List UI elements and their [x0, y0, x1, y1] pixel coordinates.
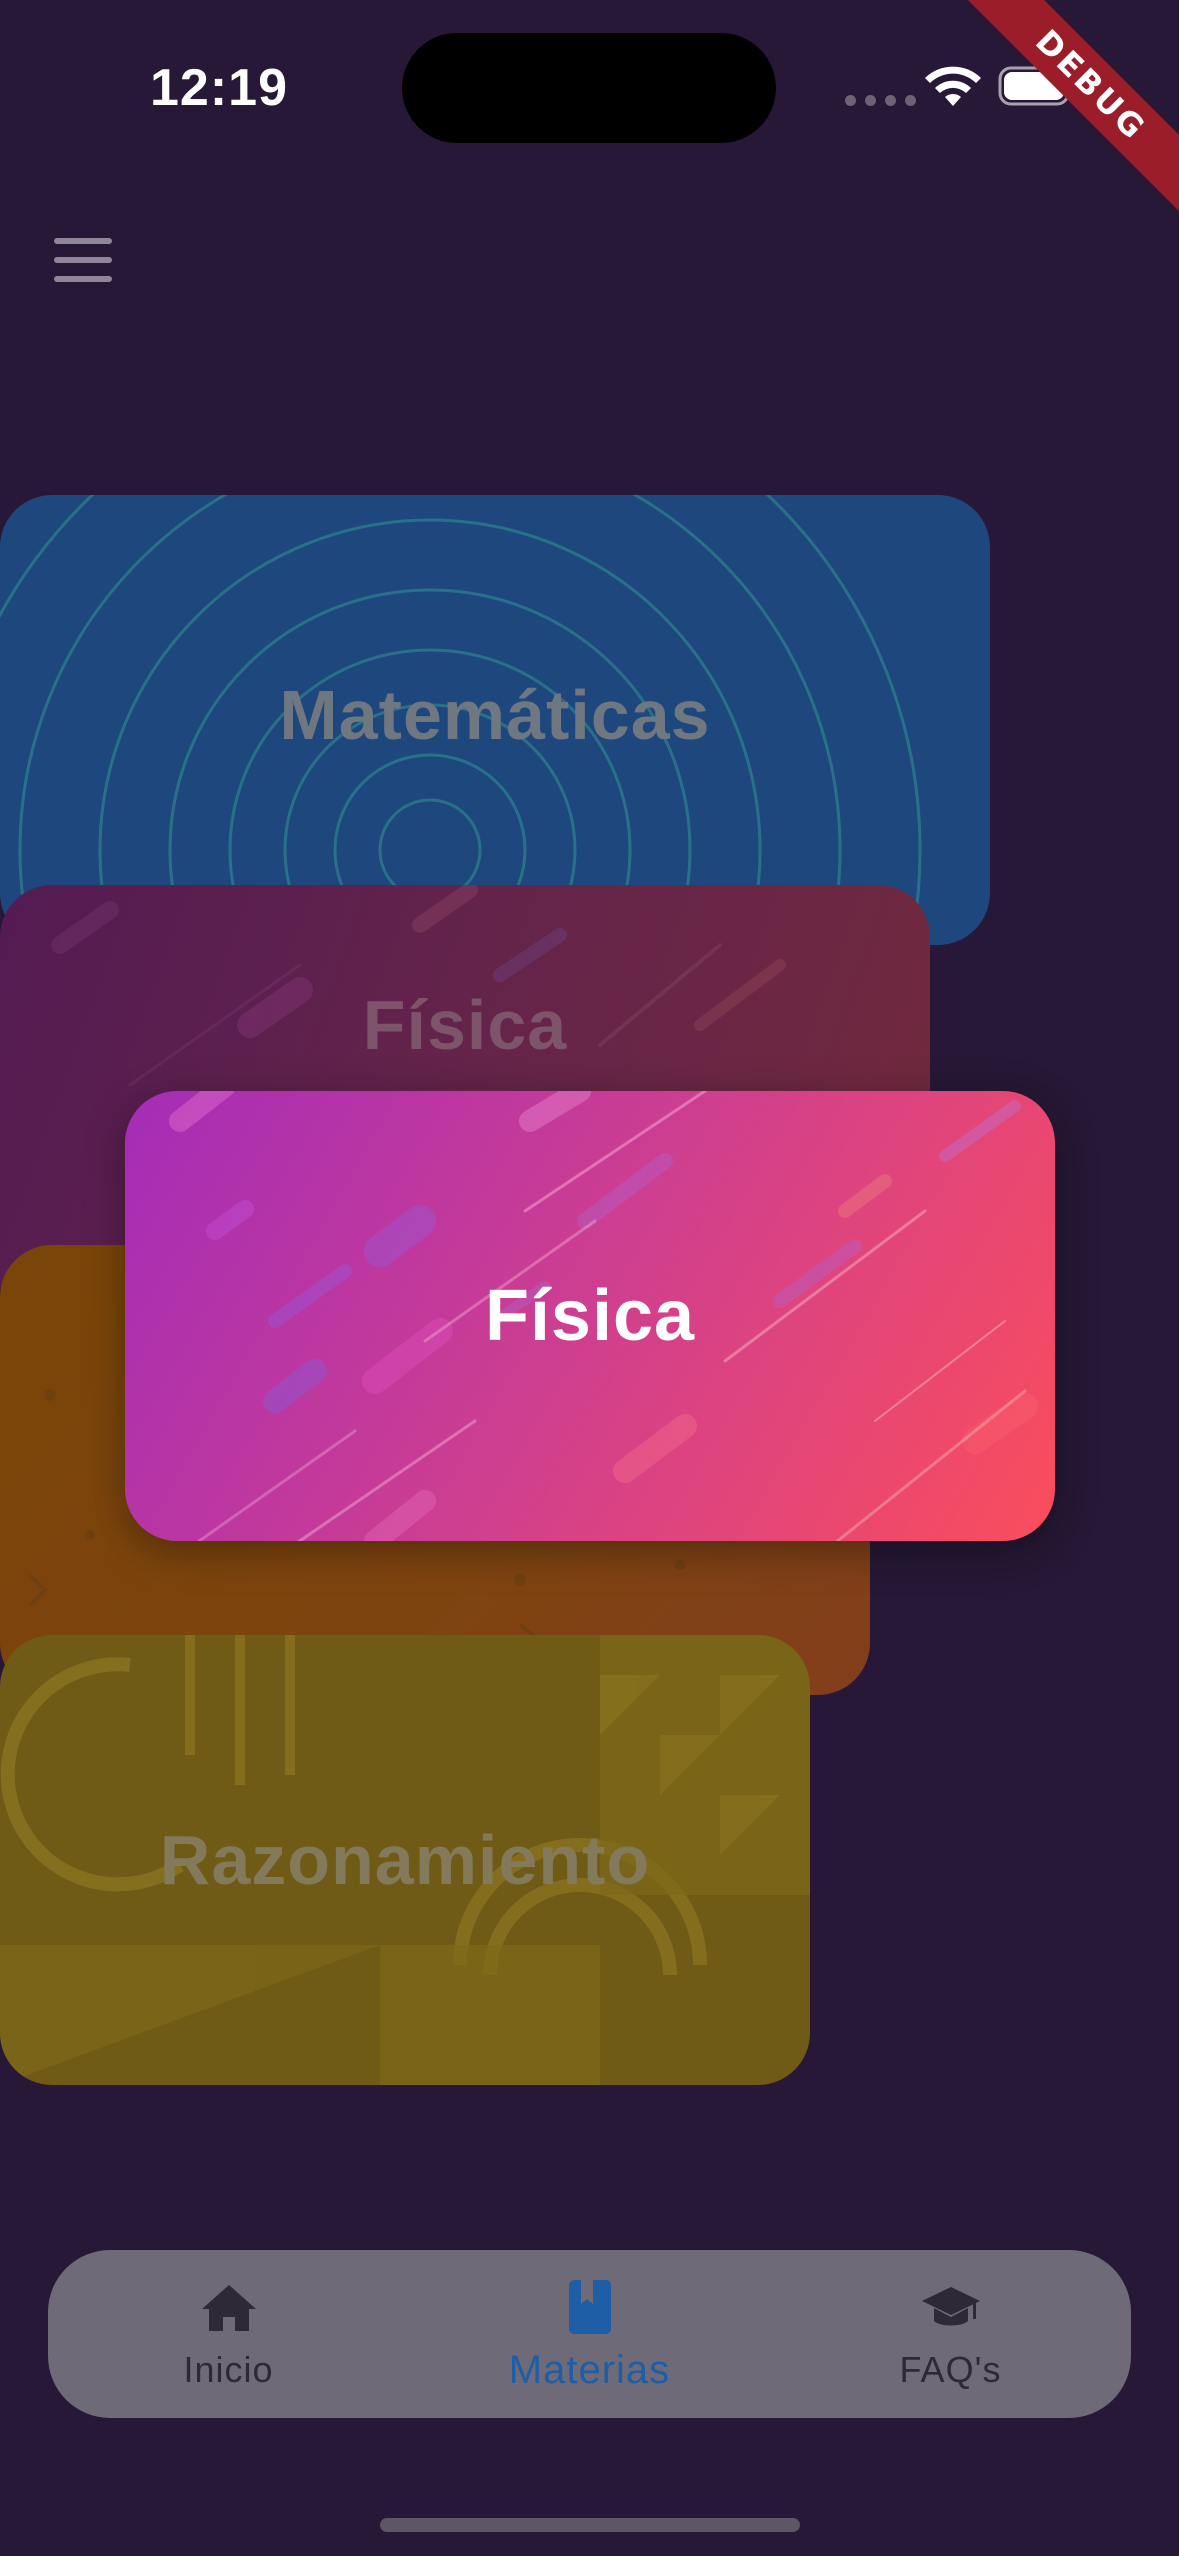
nav-label-inicio: Inicio — [183, 2349, 274, 2390]
graduation-cap-icon — [921, 2287, 980, 2326]
home-indicator[interactable] — [380, 2518, 800, 2532]
nav-item-materias[interactable]: Materias — [440, 2276, 740, 2393]
status-time: 12:19 — [150, 59, 288, 117]
nav-label-faqs: FAQ's — [899, 2349, 1002, 2390]
book-icon — [568, 2279, 611, 2334]
home-icon — [201, 2285, 256, 2331]
card-matematicas[interactable]: Matemáticas — [0, 495, 990, 945]
card-razonamiento[interactable]: Razonamiento — [0, 1635, 810, 2085]
nav-item-faqs[interactable]: FAQ's — [801, 2277, 1101, 2391]
nav-item-inicio[interactable]: Inicio — [79, 2277, 379, 2391]
card-fisica-stacked-title: Física — [362, 986, 568, 1064]
wifi-icon — [925, 66, 981, 106]
debug-banner: DEBUG — [944, 0, 1179, 232]
card-matematicas-title: Matemáticas — [279, 676, 711, 754]
bottom-navigation: Inicio Materias FAQ's — [48, 2250, 1131, 2418]
card-fisica-title: Física — [484, 1276, 696, 1356]
card-razonamiento-title: Razonamiento — [159, 1821, 651, 1899]
dynamic-island — [402, 33, 776, 143]
card-fisica[interactable]: Física — [125, 1091, 1055, 1541]
cellular-signal-icon — [845, 95, 916, 106]
menu-icon[interactable] — [54, 238, 112, 282]
nav-label-materias: Materias — [508, 2347, 671, 2392]
